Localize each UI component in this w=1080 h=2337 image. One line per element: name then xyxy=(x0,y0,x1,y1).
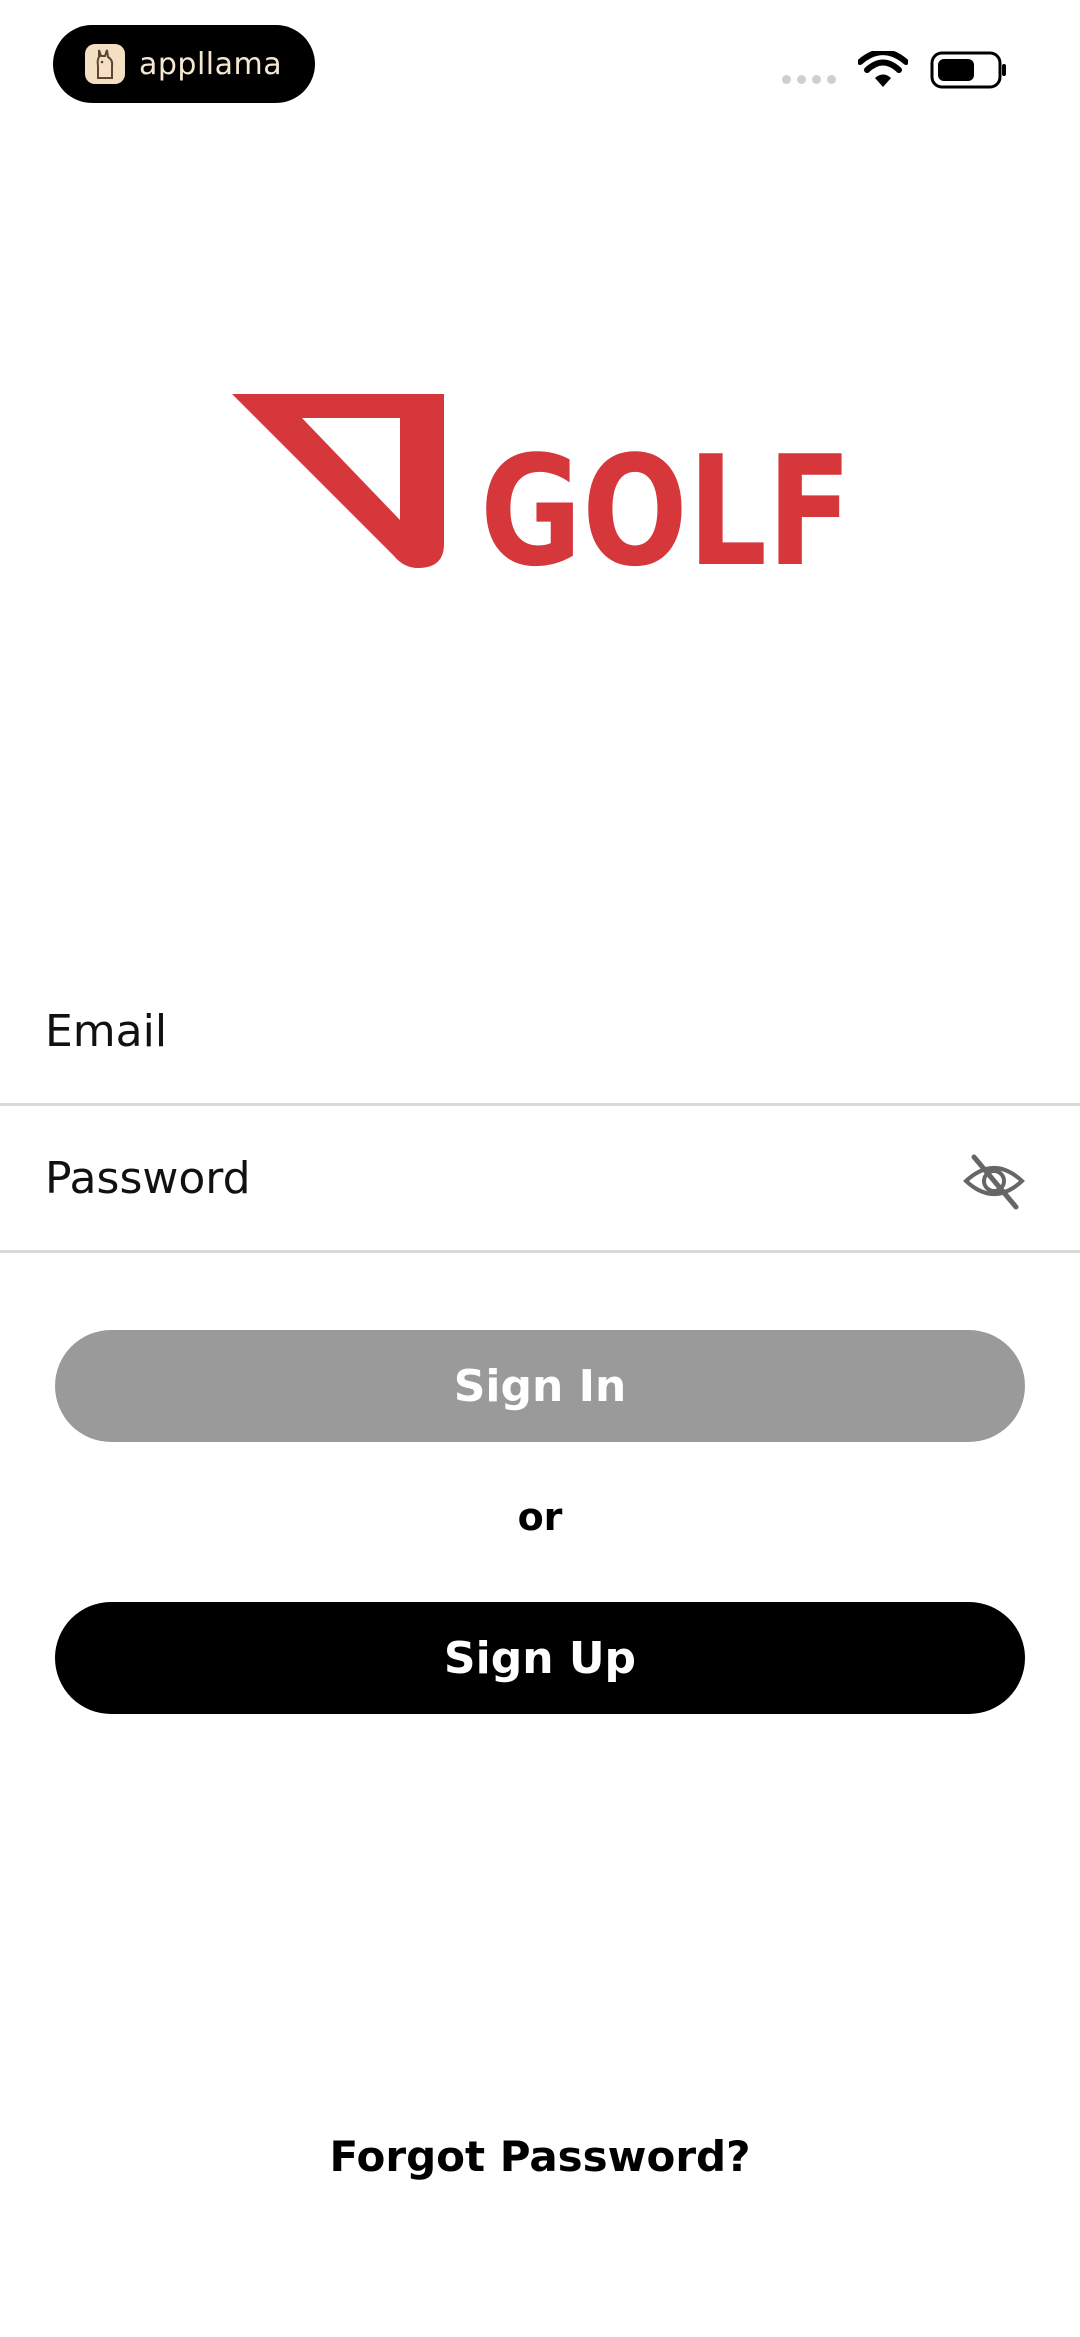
app-name: appllama xyxy=(139,46,283,82)
or-divider-text: or xyxy=(517,1495,563,1539)
forgot-password-link[interactable]: Forgot Password? xyxy=(0,2132,1080,2181)
llama-icon xyxy=(85,44,125,84)
password-input[interactable] xyxy=(45,1153,945,1204)
status-icons xyxy=(782,50,1008,90)
sign-up-button[interactable]: Sign Up xyxy=(55,1602,1025,1714)
logo-text: GOLF xyxy=(480,423,852,570)
email-field-container xyxy=(0,960,1080,1106)
eye-off-icon[interactable] xyxy=(962,1149,1026,1213)
login-screen: appllama GOLF Email Sign In or Sign Up F… xyxy=(0,0,1080,2337)
email-input[interactable] xyxy=(45,1006,945,1057)
battery-icon xyxy=(930,51,1006,89)
app-badge: appllama xyxy=(53,25,315,103)
golf-logo: GOLF xyxy=(232,394,852,570)
wifi-icon xyxy=(858,51,908,87)
signal-dots-icon xyxy=(782,74,836,84)
sign-in-button[interactable]: Sign In xyxy=(55,1330,1025,1442)
password-field-container xyxy=(0,1107,1080,1253)
status-bar: appllama xyxy=(0,0,1080,130)
